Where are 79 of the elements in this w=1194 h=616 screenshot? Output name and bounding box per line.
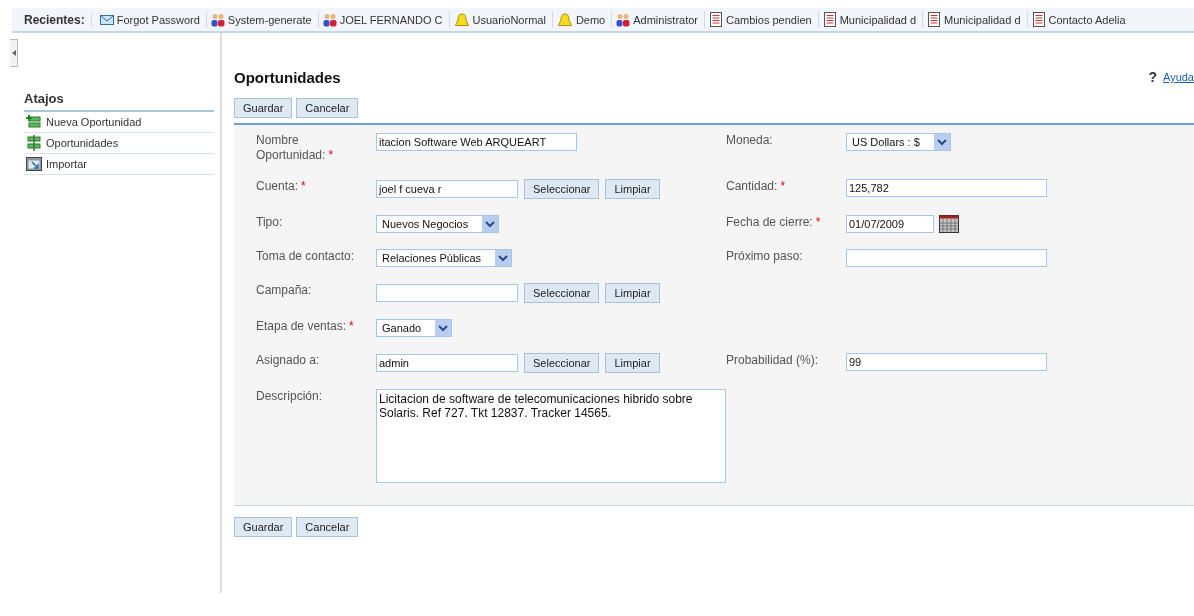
field-label: Campaña: <box>256 283 312 297</box>
help-mark: ? <box>1148 69 1157 85</box>
dropdown[interactable]: US Dollars : $ <box>846 133 951 151</box>
sidebar-link[interactable]: Oportunidades <box>46 137 119 149</box>
dropdown[interactable]: Relaciones Públicas <box>376 249 513 267</box>
input-field[interactable]: 99 <box>846 353 1047 371</box>
recent-link[interactable]: System-generate <box>227 13 312 26</box>
required-mark: * <box>815 215 821 229</box>
field-label: Cantidad: <box>726 179 778 193</box>
sidebar-link[interactable]: Nueva Oportunidad <box>46 116 142 128</box>
clear-button[interactable]: Limpiar <box>605 353 660 373</box>
chevron-down-icon <box>482 216 499 232</box>
page-title: Oportunidades <box>234 68 341 86</box>
mail-icon <box>99 13 114 26</box>
bell-icon <box>556 12 573 27</box>
required-mark: * <box>780 179 786 193</box>
field-label: Descripción: <box>256 389 323 403</box>
calendar-icon[interactable] <box>939 215 959 233</box>
field-label: Cuenta: <box>256 179 299 193</box>
input-field[interactable]: itacion Software Web ARQUEART <box>376 133 577 151</box>
cancel-button[interactable]: Cancelar <box>296 98 359 118</box>
import-icon <box>26 156 42 172</box>
dropdown[interactable]: Nuevos Negocios <box>376 215 500 233</box>
input-field[interactable]: 01/07/2009 <box>846 215 934 233</box>
dropdown[interactable]: Ganado <box>376 319 453 337</box>
cancel-button[interactable]: Cancelar <box>296 517 359 537</box>
bell-icon <box>453 12 470 27</box>
select-button[interactable]: Seleccionar <box>524 283 600 303</box>
document-icon <box>1031 11 1046 28</box>
required-mark: * <box>328 148 334 162</box>
clear-button[interactable]: Limpiar <box>605 283 660 303</box>
field-label: Moneda: <box>726 133 773 147</box>
input-field[interactable]: admin <box>376 354 518 372</box>
document-icon <box>822 11 837 28</box>
document-icon <box>927 11 942 28</box>
input-field[interactable]: joel f cueva r <box>376 180 518 198</box>
recent-link[interactable]: JOEL FERNANDO C <box>339 13 443 26</box>
recent-link[interactable]: Municipalidad d <box>944 13 1021 26</box>
document-icon <box>709 11 723 28</box>
recent-link[interactable]: Cambios pendien <box>726 13 812 26</box>
description-field[interactable]: Licitacion de software de telecomunicaciones hibrido sobre Solaris. Ref 727. Tkt 12837. Tracker 14565. <box>376 389 726 483</box>
required-mark: * <box>349 319 354 333</box>
recent-link[interactable]: Contacto Adelia <box>1048 13 1126 26</box>
caret-icon <box>11 50 16 56</box>
field-label: Toma de contacto: <box>256 249 355 263</box>
users-icon <box>210 12 225 27</box>
recent-link[interactable]: UsuarioNormal <box>472 13 546 26</box>
recent-link[interactable]: Forgot Password <box>116 13 200 26</box>
recent-link[interactable]: Demo <box>575 13 606 26</box>
field-label: Probabilidad (%): <box>726 353 819 367</box>
input-field[interactable] <box>846 249 1047 267</box>
input-field[interactable]: 125,782 <box>846 179 1047 197</box>
help-link[interactable]: Ayuda <box>1163 71 1194 83</box>
field-label: Asignado a: <box>256 353 320 367</box>
field-label: Próximo paso: <box>726 249 803 263</box>
recent-link[interactable]: Administrator <box>633 13 698 26</box>
recents-label: Recientes: <box>24 12 92 27</box>
users-icon <box>322 12 337 27</box>
field-label: Tipo: <box>256 215 283 229</box>
money-icon <box>26 135 42 151</box>
field-label: Fecha de cierre: <box>726 215 813 229</box>
select-button[interactable]: Seleccionar <box>524 353 600 373</box>
save-button[interactable]: Guardar <box>234 517 293 537</box>
clear-button[interactable]: Limpiar <box>605 179 660 199</box>
field-label: Nombre Oportunidad: <box>256 133 326 162</box>
collapse-tab[interactable] <box>10 39 18 67</box>
recent-link[interactable]: Municipalidad d <box>839 13 917 26</box>
required-mark: * <box>301 179 306 193</box>
sidebar-link[interactable]: Importar <box>46 158 87 170</box>
money-icon <box>26 114 42 130</box>
chevron-down-icon <box>495 250 512 266</box>
select-button[interactable]: Seleccionar <box>524 179 600 199</box>
users-icon <box>616 12 631 27</box>
chevron-down-icon <box>435 320 452 336</box>
chevron-down-icon <box>933 134 950 150</box>
field-label: Etapa de ventas: <box>256 319 347 333</box>
save-button[interactable]: Guardar <box>234 98 293 118</box>
sidebar-title: Atajos <box>24 85 214 112</box>
input-field[interactable] <box>376 284 518 302</box>
